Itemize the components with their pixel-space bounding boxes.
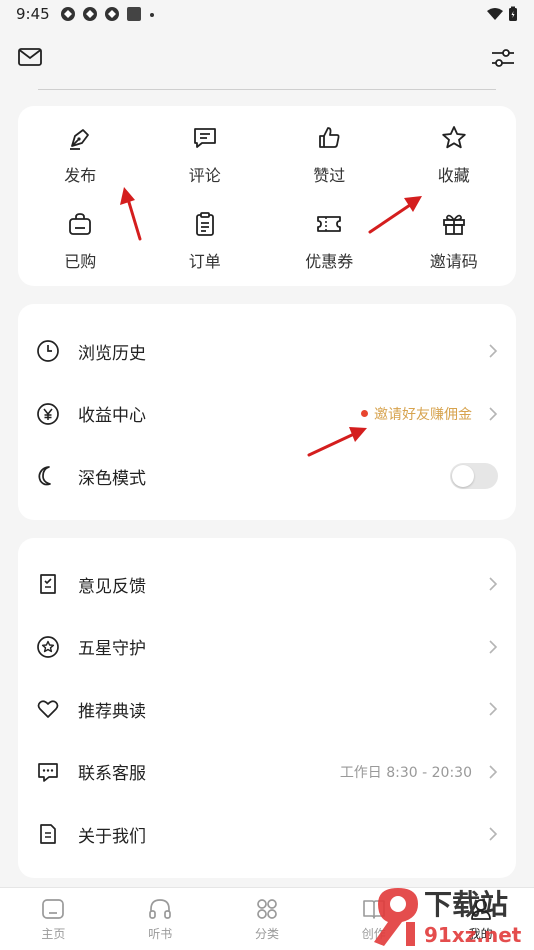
quick-action-label: 收藏 [437,166,470,185]
nav-tab-label: 主页 [41,927,66,941]
home-icon [40,896,66,922]
menu-item-label: 收益中心 [78,406,146,427]
chevron-right-icon [489,344,498,358]
settings-sliders-icon[interactable] [490,45,516,75]
earnings-promo-text: 邀请好友赚佣金 [374,406,472,423]
mail-icon[interactable] [17,46,43,72]
nav-tab-home[interactable]: 主页 [0,888,107,950]
menu-item-label: 意见反馈 [78,576,146,597]
menu-item-earnings[interactable]: 收益中心 邀请好友赚佣金 [18,383,516,446]
chevron-right-icon [489,702,498,716]
quick-action-favorites[interactable]: 收藏 [392,112,517,198]
status-bar: 9:45 [0,0,534,28]
settings-card-secondary: 意见反馈 五星守护 推荐典读 联系客服 工作日 8:30 - 20:30 关于我… [18,538,516,878]
quick-action-coupons[interactable]: 优惠券 [267,198,392,284]
quick-action-label: 邀请码 [429,252,478,271]
shopping-bag-icon [66,210,94,238]
menu-item-contact-support[interactable]: 联系客服 工作日 8:30 - 20:30 [18,741,516,804]
notification-app-icon [60,7,75,21]
comment-icon [191,124,219,152]
header-divider [38,89,496,90]
clock-icon [36,339,60,363]
heart-icon [36,697,60,721]
chevron-right-icon [489,407,498,421]
quick-action-label: 发布 [64,166,97,185]
gift-icon [440,210,468,238]
nav-tab-mine[interactable]: 我的 [427,888,534,950]
notification-icons [60,6,156,22]
nav-tab-label: 创作 [361,927,386,941]
nav-tab-label: 我的 [468,927,493,941]
headphones-icon [147,896,173,922]
notification-app-icon [104,7,119,21]
quick-action-comments[interactable]: 评论 [143,112,268,198]
clipboard-icon [191,210,219,238]
book-icon [361,896,387,922]
notification-square-icon [126,7,141,21]
menu-item-label: 推荐典读 [78,701,146,722]
quick-actions-card: 发布 评论 赞过 收藏 已购 订单 优惠券 邀请码 [18,106,516,286]
toggle-knob [452,465,474,488]
menu-item-feedback[interactable]: 意见反馈 [18,553,516,616]
dark-mode-toggle[interactable] [450,463,498,490]
support-hours-text: 工作日 8:30 - 20:30 [339,764,472,781]
feedback-note-icon [36,572,60,596]
quick-action-orders[interactable]: 订单 [143,198,268,284]
moon-icon [36,464,60,488]
nav-tab-label: 听书 [148,927,173,941]
notification-app-icon [82,7,97,21]
menu-item-recommended[interactable]: 推荐典读 [18,678,516,741]
quick-action-liked[interactable]: 赞过 [267,112,392,198]
user-icon [468,896,494,922]
nav-tab-listen[interactable]: 听书 [107,888,214,950]
quick-action-label: 订单 [188,252,221,271]
chat-icon [36,760,60,784]
chevron-right-icon [489,577,498,591]
wifi-icon [487,8,503,20]
category-grid-icon [254,896,280,922]
more-notifications-dot-icon [149,13,154,17]
chevron-right-icon [489,827,498,841]
quick-action-label: 评论 [188,166,221,185]
chevron-right-icon [489,765,498,779]
system-icons [486,6,518,22]
battery-icon [509,6,517,21]
promo-red-dot [361,410,368,418]
quick-action-purchased[interactable]: 已购 [18,198,143,284]
settings-card-primary: 浏览历史 收益中心 邀请好友赚佣金 深色模式 [18,304,516,520]
status-time: 9:45 [16,5,50,23]
bottom-navigation: 主页 听书 分类 创作 我的 [0,887,534,950]
menu-item-dark-mode: 深色模式 [18,445,516,508]
top-bar [0,40,534,80]
quick-action-publish[interactable]: 发布 [18,112,143,198]
menu-item-five-star[interactable]: 五星守护 [18,616,516,679]
nav-tab-label: 分类 [254,927,279,941]
quick-action-invite-code[interactable]: 邀请码 [392,198,517,284]
chevron-right-icon [489,640,498,654]
quick-action-label: 赞过 [313,166,346,185]
star-badge-icon [36,635,60,659]
nav-tab-category[interactable]: 分类 [214,888,321,950]
nav-tab-create[interactable]: 创作 [320,888,427,950]
menu-item-history[interactable]: 浏览历史 [18,320,516,383]
ticket-icon [315,210,343,238]
yuan-coin-icon [36,402,60,426]
menu-item-label: 联系客服 [78,764,146,785]
menu-item-about[interactable]: 关于我们 [18,803,516,866]
menu-item-label: 五星守护 [78,639,146,660]
thumbs-up-icon [315,124,343,152]
quick-action-label: 优惠券 [305,252,354,271]
menu-item-label: 浏览历史 [78,343,146,364]
menu-item-label: 深色模式 [78,468,146,489]
menu-item-label: 关于我们 [78,826,146,847]
document-icon [36,822,60,846]
quick-action-label: 已购 [64,252,97,271]
star-icon [440,124,468,152]
pen-icon [66,124,94,152]
